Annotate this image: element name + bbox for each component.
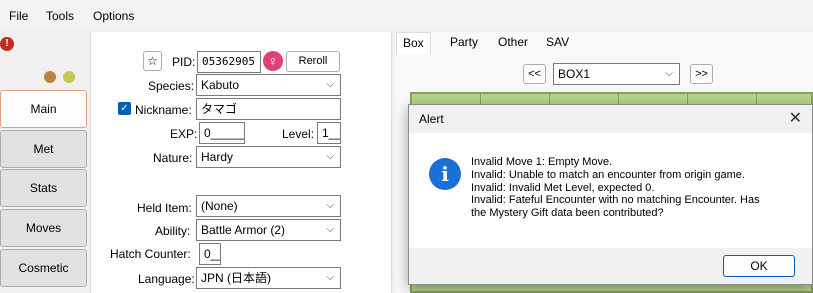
warning-icon[interactable]: ! [0, 37, 14, 51]
prev-box-button[interactable]: << [523, 64, 546, 84]
message-line: Invalid: Invalid Met Level, expected 0. [471, 181, 655, 194]
message-line: Invalid Move 1: Empty Move. [471, 156, 613, 168]
hatch-counter-label: Hatch Counter: [110, 247, 191, 261]
nickname-checkbox[interactable]: ✓ [118, 102, 131, 115]
ability-value: Battle Armor (2) [201, 223, 286, 237]
box-select-value: BOX1 [558, 67, 591, 81]
held-item-value: (None) [201, 199, 238, 213]
held-item-select[interactable]: (None) ⌵ [196, 195, 341, 217]
box-select[interactable]: BOX1 ⌵ [553, 63, 680, 85]
chevron-down-icon: ⌵ [665, 68, 673, 79]
level-label: Level: [282, 127, 315, 141]
chevron-down-icon: ⌵ [326, 200, 334, 211]
chevron-down-icon: ⌵ [326, 224, 334, 235]
held-item-label: Held Item: [137, 201, 192, 215]
nature-label: Nature: [153, 151, 193, 165]
female-gender-icon[interactable]: ♀ [263, 51, 283, 71]
language-label: Language: [138, 272, 195, 286]
shiny-star-button[interactable]: ☆ [143, 51, 162, 71]
exp-label: EXP: [170, 127, 198, 141]
ability-label: Ability: [155, 224, 191, 238]
chevron-down-icon: ⌵ [326, 79, 334, 90]
ok-button[interactable]: OK [723, 255, 795, 277]
nature-select[interactable]: Hardy ⌵ [196, 146, 341, 168]
chevron-down-icon: ⌵ [326, 272, 334, 283]
species-select[interactable]: Kabuto ⌵ [196, 74, 341, 96]
tab-cosmetic[interactable]: Cosmetic [0, 249, 87, 287]
exp-input[interactable]: 0_____ [199, 122, 245, 144]
reroll-button[interactable]: Reroll [286, 51, 340, 72]
pid-input[interactable]: 05362905 [197, 51, 261, 73]
dialog-body: i Invalid Move 1: Empty Move. Invalid: U… [409, 133, 812, 248]
tab-other[interactable]: Other [492, 32, 534, 54]
alert-dialog: Alert ✕ i Invalid Move 1: Empty Move. In… [408, 104, 813, 285]
species-value: Kabuto [201, 78, 240, 92]
dialog-title: Alert [419, 112, 444, 126]
nickname-label: Nickname: [135, 103, 192, 117]
close-icon[interactable]: ✕ [789, 108, 802, 128]
dialog-message: Invalid Move 1: Empty Move. Invalid: Una… [471, 156, 801, 220]
tab-met[interactable]: Met [0, 130, 87, 168]
tab-party[interactable]: Party [444, 32, 484, 54]
level-input[interactable]: 1__ [317, 122, 341, 144]
tab-main[interactable]: Main [0, 90, 87, 128]
tab-stats[interactable]: Stats [0, 169, 87, 207]
menu-tools[interactable]: Tools [46, 9, 74, 23]
message-line: the Mystery Gift data been contributed? [471, 207, 664, 220]
tab-sav[interactable]: SAV [540, 32, 575, 54]
nature-value: Hardy [201, 150, 234, 164]
chevron-down-icon: ⌵ [326, 151, 334, 162]
egg-sprite-icon [44, 71, 56, 83]
nickname-input[interactable]: タマゴ [196, 98, 341, 120]
tab-box[interactable]: Box [396, 32, 431, 54]
ball-icon [63, 71, 75, 83]
message-line: Invalid: Unable to match an encounter fr… [471, 168, 745, 181]
menu-file[interactable]: File [9, 9, 28, 23]
language-value: JPN (日本語) [201, 271, 271, 285]
species-label: Species: [148, 79, 195, 93]
hatch-counter-input[interactable]: 0__ [199, 243, 221, 265]
message-line: Invalid: Fateful Encounter with no match… [471, 194, 760, 207]
next-box-button[interactable]: >> [690, 64, 713, 84]
menu-bar: File Tools Options [0, 0, 813, 30]
info-icon: i [429, 158, 461, 190]
language-select[interactable]: JPN (日本語) ⌵ [196, 267, 341, 289]
pid-label: PID: [172, 55, 196, 69]
menu-options[interactable]: Options [93, 9, 134, 23]
ability-select[interactable]: Battle Armor (2) ⌵ [196, 219, 341, 241]
tab-moves[interactable]: Moves [0, 209, 87, 247]
